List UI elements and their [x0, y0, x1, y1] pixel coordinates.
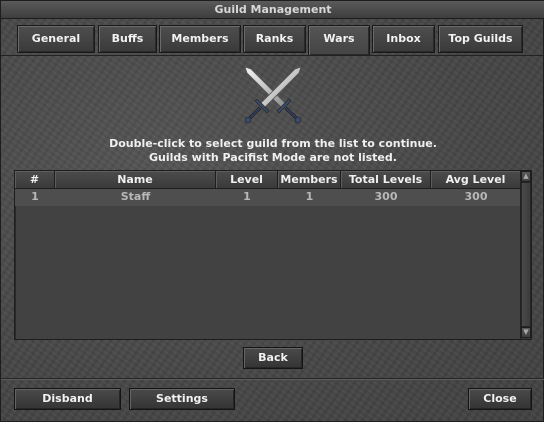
guild-list-header: # Name Level Members Total Levels Avg Le…: [15, 171, 521, 189]
instructions: Double-click to select guild from the li…: [1, 137, 544, 165]
tab-general[interactable]: General: [17, 25, 95, 53]
crossed-swords-icon: [244, 66, 302, 124]
cell-total-levels: 300: [374, 190, 398, 203]
back-button[interactable]: Back: [243, 347, 303, 369]
guild-list[interactable]: # Name Level Members Total Levels Avg Le…: [14, 170, 532, 340]
cell-level: 1: [243, 190, 251, 203]
tab-ranks[interactable]: Ranks: [243, 25, 306, 53]
window-title[interactable]: Guild Management: [1, 1, 544, 19]
tab-inbox[interactable]: Inbox: [372, 25, 435, 53]
col-avg-level[interactable]: Avg Level: [431, 171, 521, 189]
col-name[interactable]: Name: [55, 171, 216, 189]
cell-avg-level: 300: [464, 190, 488, 203]
col-level[interactable]: Level: [216, 171, 278, 189]
tab-content-divider: [1, 55, 544, 56]
cell-name: Staff: [120, 190, 151, 203]
cell-members: 1: [305, 190, 314, 203]
close-button[interactable]: Close: [468, 388, 532, 410]
list-scrollbar[interactable]: ▲ ▼: [520, 171, 531, 339]
tab-top-guilds[interactable]: Top Guilds: [438, 25, 523, 53]
scroll-down-icon[interactable]: ▼: [521, 327, 531, 338]
settings-button[interactable]: Settings: [129, 388, 235, 410]
instruction-line-2: Guilds with Pacifist Mode are not listed…: [149, 151, 397, 164]
cell-number: 1: [31, 190, 39, 203]
scroll-up-icon[interactable]: ▲: [521, 171, 531, 182]
scroll-thumb[interactable]: [521, 182, 531, 327]
table-row[interactable]: 1 Staff 1 1 300 300: [15, 189, 521, 206]
guild-management-window: Guild Management General Buffs Members R…: [0, 0, 544, 422]
footer-divider: [1, 378, 544, 380]
col-number[interactable]: #: [15, 171, 55, 189]
tab-wars[interactable]: Wars: [308, 25, 370, 55]
tab-buffs[interactable]: Buffs: [98, 25, 157, 53]
disband-button[interactable]: Disband: [14, 388, 121, 410]
instruction-line-1: Double-click to select guild from the li…: [109, 137, 437, 150]
tab-members[interactable]: Members: [159, 25, 241, 53]
col-total-levels[interactable]: Total Levels: [341, 171, 431, 189]
col-members[interactable]: Members: [278, 171, 341, 189]
